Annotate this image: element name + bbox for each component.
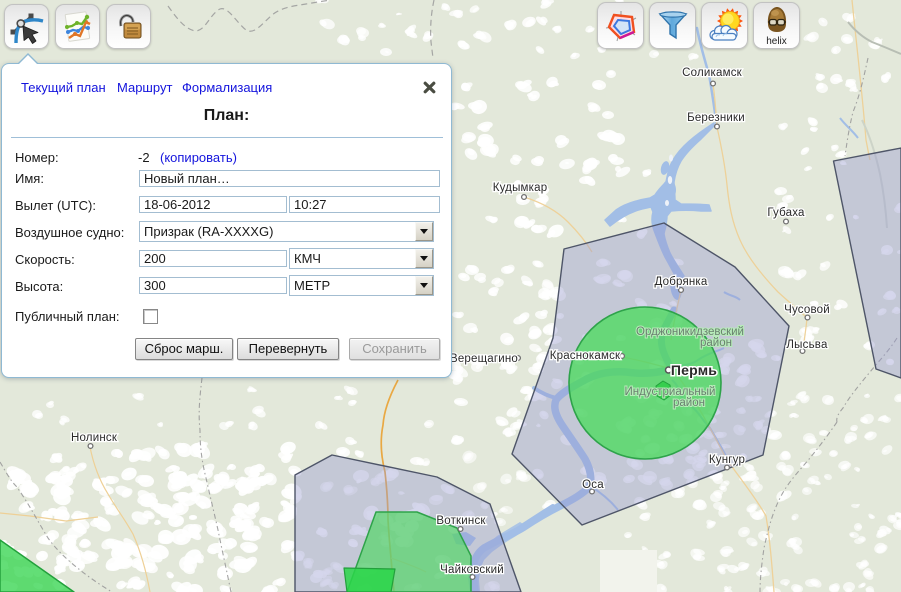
svg-text:Добрянка: Добрянка (654, 276, 707, 288)
svg-text:Чусовой: Чусовой (784, 304, 830, 316)
svg-text:Краснокамск: Краснокамск (550, 350, 621, 362)
svg-text:Чайковский: Чайковский (440, 564, 504, 576)
svg-text:район: район (673, 397, 705, 409)
svg-text:район: район (700, 337, 732, 349)
svg-text:Воткинск: Воткинск (436, 515, 486, 527)
svg-text:Березники: Березники (687, 112, 745, 124)
svg-text:Оса: Оса (582, 479, 604, 491)
svg-text:Кудымкар: Кудымкар (493, 182, 548, 194)
svg-text:Губаха: Губаха (767, 207, 805, 219)
svg-text:Верещагино: Верещагино (450, 353, 518, 365)
svg-text:Пермь: Пермь (671, 362, 717, 378)
svg-text:Кунгур: Кунгур (709, 454, 745, 466)
svg-text:Соликамск: Соликамск (682, 67, 743, 79)
svg-text:Лысьва: Лысьва (786, 339, 828, 351)
svg-text:Нолинск: Нолинск (71, 432, 118, 444)
